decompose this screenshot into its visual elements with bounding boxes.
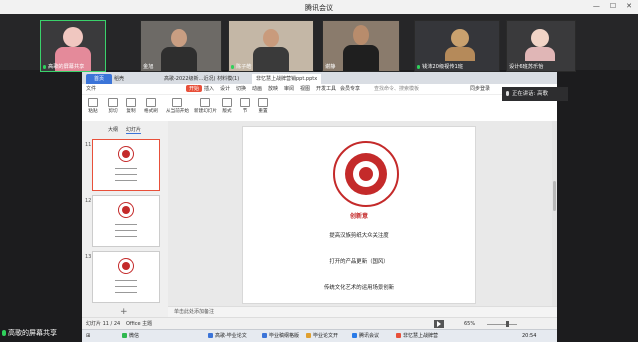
seal-logo bbox=[118, 146, 134, 162]
start-icon[interactable]: ⊞ bbox=[86, 330, 90, 342]
shared-screen: 首页 稻壳 高歌-2022级新…近况) 材料模(1) 非忆慧上战牌营销ppt.p… bbox=[82, 72, 557, 334]
taskbar-item[interactable]: 毕业稿纲格版 bbox=[262, 330, 299, 342]
participant-tile[interactable]: 钱沛20级视传1班 bbox=[414, 20, 500, 72]
window-title: 腾讯会议 bbox=[305, 4, 333, 12]
mic-icon bbox=[231, 64, 234, 69]
vertical-scrollbar[interactable] bbox=[552, 121, 557, 306]
tab-presentation[interactable]: 非忆慧上战牌营销ppt.pptx bbox=[252, 74, 322, 84]
tab-docer[interactable]: 稻壳 bbox=[110, 74, 128, 84]
copy-icon bbox=[126, 98, 136, 107]
add-slide-icon[interactable]: + bbox=[120, 307, 128, 317]
section-icon bbox=[240, 98, 250, 107]
zoom-slider-knob[interactable] bbox=[506, 321, 509, 327]
participant-name: 设计6班苏乐怡 bbox=[509, 64, 544, 70]
menu-devtools[interactable]: 开发工具 bbox=[316, 85, 336, 92]
menu-transition[interactable]: 切换 bbox=[236, 85, 246, 92]
slide-panel: 大纲 幻灯片 11 12 13 + bbox=[82, 121, 169, 317]
sync-login[interactable]: 同步登录 bbox=[470, 85, 490, 92]
layout-button[interactable]: 版式 bbox=[222, 98, 232, 114]
participant-tile[interactable]: 高歌的屏幕共享 bbox=[40, 20, 106, 72]
menu-bar: 文件 开始 插入 设计 切换 动画 放映 审阅 视图 开发工具 会员专享 查找命… bbox=[82, 84, 557, 95]
menu-view[interactable]: 视图 bbox=[300, 85, 310, 92]
taskbar-item[interactable]: 微信 bbox=[122, 330, 139, 342]
mic-icon bbox=[43, 64, 46, 69]
participant-tile[interactable]: 金旭 bbox=[140, 20, 222, 72]
menu-animation[interactable]: 动画 bbox=[252, 85, 262, 92]
taskbar: ⊞ 微信 高歌-毕业论文 毕业稿纲格版 毕业论文开 腾讯会议 非忆慧上战牌营 2… bbox=[82, 329, 557, 342]
copy-button[interactable]: 复制 bbox=[126, 98, 136, 114]
slide-thumbnail[interactable]: 13 bbox=[85, 251, 160, 303]
play-icon bbox=[172, 98, 183, 107]
section-button[interactable]: 节 bbox=[240, 98, 250, 114]
play-from-current-button[interactable]: 从当前开始 bbox=[166, 98, 189, 114]
taskbar-item[interactable]: 腾讯会议 bbox=[352, 330, 379, 342]
taskbar-item[interactable]: 高歌-毕业论文 bbox=[208, 330, 247, 342]
ribbon: 粘贴 剪切 复制 格式刷 从当前开始 新建幻灯片 版式 节 重置 bbox=[82, 95, 557, 122]
paper-cut-logo bbox=[333, 141, 399, 207]
cut-button[interactable]: 剪切 bbox=[108, 98, 118, 114]
slide-thumbnail[interactable]: 11 bbox=[85, 139, 160, 191]
tab-home[interactable]: 首页 bbox=[86, 74, 112, 84]
mic-icon bbox=[417, 64, 420, 69]
scissors-icon bbox=[108, 98, 118, 107]
menu-design[interactable]: 设计 bbox=[220, 85, 230, 92]
layout-icon bbox=[222, 98, 232, 107]
seal-logo bbox=[118, 202, 134, 218]
menu-file[interactable]: 文件 bbox=[86, 85, 96, 92]
maximize-icon[interactable]: ☐ bbox=[610, 2, 616, 10]
speaking-indicator: 正在讲话: 高歌 bbox=[502, 87, 568, 101]
paste-icon bbox=[88, 98, 98, 107]
menu-slideshow[interactable]: 放映 bbox=[268, 85, 278, 92]
slide-canvas: 创新意 提高汉族剪纸大众关注度 打开的产品更新（国风） 传统文化艺术的运用场景创… bbox=[168, 121, 557, 317]
paste-button[interactable]: 粘贴 bbox=[88, 98, 98, 114]
reset-icon bbox=[258, 98, 268, 107]
zoom-slider[interactable] bbox=[487, 324, 517, 325]
slide-line: 提高汉族剪纸大众关注度 bbox=[329, 233, 389, 239]
participant-name: 高歌的屏幕共享 bbox=[48, 64, 85, 70]
participant-name: 陈子皓 bbox=[236, 64, 252, 70]
menu-vip[interactable]: 会员专享 bbox=[340, 85, 360, 92]
minimize-icon[interactable]: — bbox=[593, 2, 600, 10]
taskbar-item[interactable]: 毕业论文开 bbox=[306, 330, 338, 342]
menu-insert[interactable]: 插入 bbox=[204, 85, 214, 92]
mic-icon bbox=[2, 330, 6, 336]
tab-outline[interactable]: 大纲 bbox=[108, 126, 118, 133]
slide-brand: 创新意 bbox=[349, 213, 368, 220]
menu-review[interactable]: 审阅 bbox=[284, 85, 294, 92]
search-command[interactable]: 查找命令、搜索模板 bbox=[374, 85, 419, 92]
new-slide-button[interactable]: 新建幻灯片 bbox=[194, 98, 217, 114]
menu-start[interactable]: 开始 bbox=[186, 85, 203, 92]
seal-logo bbox=[118, 258, 134, 274]
tab-bar: 首页 稻壳 高歌-2022级新…近况) 材料模(1) 非忆慧上战牌营销ppt.p… bbox=[82, 72, 557, 84]
play-icon[interactable] bbox=[434, 320, 444, 328]
participant-tile[interactable]: 陈子皓 bbox=[228, 20, 314, 72]
new-slide-icon bbox=[200, 98, 211, 107]
participant-name: 钱沛20级视传1班 bbox=[422, 64, 464, 70]
screen-share-badge: 高歌的屏幕共享 bbox=[2, 328, 57, 339]
brush-icon bbox=[145, 98, 156, 107]
title-bar: 腾讯会议 — ☐ ✕ bbox=[0, 0, 638, 15]
participant-tile[interactable]: 谢静 bbox=[322, 20, 400, 72]
taskbar-item[interactable]: 非忆慧上战牌营 bbox=[396, 330, 438, 342]
clock: 20:54 bbox=[522, 333, 537, 339]
reset-button[interactable]: 重置 bbox=[258, 98, 268, 114]
current-slide[interactable]: 创新意 提高汉族剪纸大众关注度 打开的产品更新（国风） 传统文化艺术的运用场景创… bbox=[242, 126, 476, 304]
participant-tile[interactable]: 设计6班苏乐怡 bbox=[506, 20, 576, 72]
participant-name: 谢静 bbox=[325, 64, 336, 70]
participant-name: 金旭 bbox=[143, 64, 154, 70]
mic-icon bbox=[506, 91, 509, 96]
slide-line: 打开的产品更新（国风） bbox=[329, 259, 389, 265]
tab-slides[interactable]: 幻灯片 bbox=[126, 126, 142, 134]
tab-document[interactable]: 高歌-2022级新…近况) 材料模(1) bbox=[160, 74, 243, 84]
slide-thumbnail[interactable]: 12 bbox=[85, 195, 160, 247]
close-icon[interactable]: ✕ bbox=[626, 2, 632, 10]
format-painter-button[interactable]: 格式刷 bbox=[144, 98, 158, 114]
slide-line: 传统文化艺术的运用场景创新 bbox=[323, 285, 395, 291]
